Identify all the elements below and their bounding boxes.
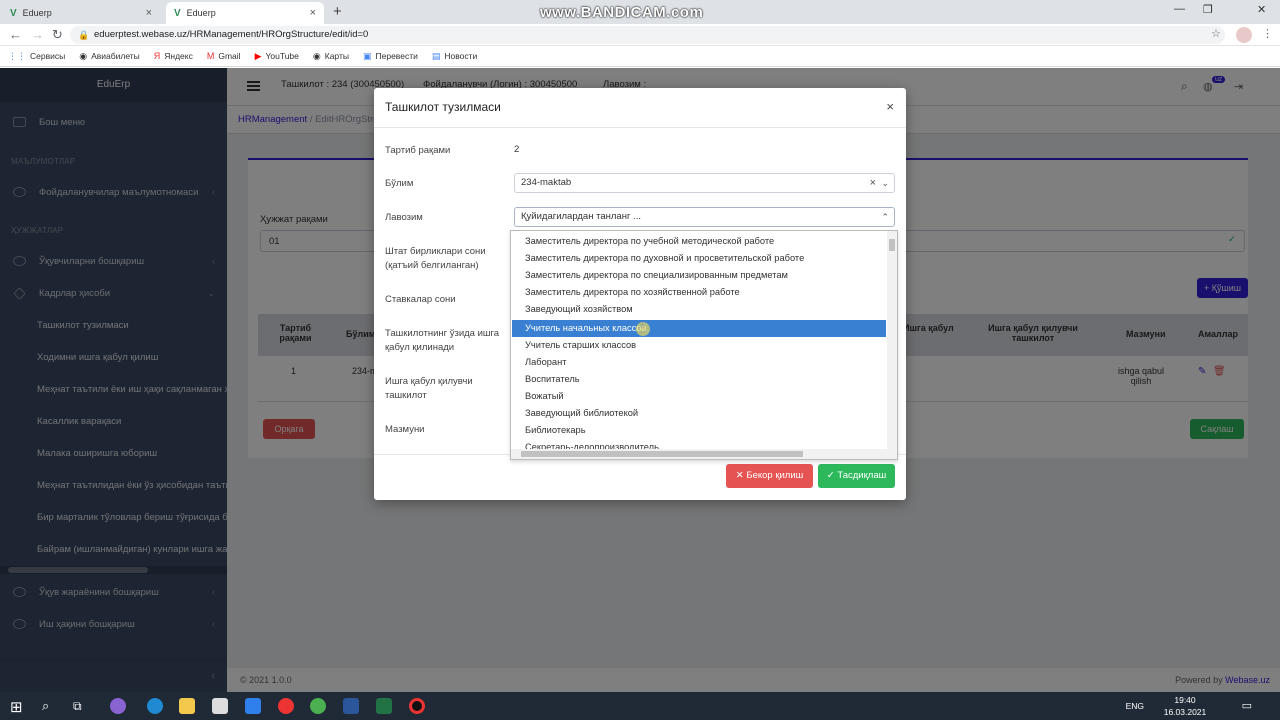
bookmark-maps[interactable]: ◉ Карты (313, 51, 349, 62)
dropdown-option[interactable]: Заведующий хозяйством (512, 301, 886, 318)
bookmark-yandex[interactable]: Я Яндекс (154, 51, 193, 61)
position-select[interactable]: Қуйидагилардан танланг ... ⌃ (514, 207, 895, 227)
tab-title: Eduerp (22, 8, 52, 18)
bookmark-translate[interactable]: ▣ Перевести (363, 51, 418, 62)
translate-icon: ▣ (362, 50, 372, 61)
x-icon: ✕ (735, 470, 747, 481)
gmail-icon: M (206, 51, 215, 61)
bookmarks-bar: ⋮⋮ Сервисы ◉ Авиабилеты Я Яндекс M Gmail ▶ Yo… (0, 46, 1280, 67)
back-icon[interactable]: ← (9, 27, 22, 42)
browser-tab[interactable]: V Eduerp × (2, 2, 160, 24)
dept-select[interactable]: 234-maktab × ⌄ (514, 173, 895, 193)
dropdown-option[interactable]: Заместитель директора по духовной и прос… (512, 250, 886, 267)
order-label: Тартиб рақами (385, 145, 451, 156)
bandicam-icon[interactable] (409, 698, 425, 714)
clock-date[interactable]: 16.03.2021 (1160, 707, 1210, 717)
file-explorer-icon[interactable] (179, 698, 195, 714)
scrollbar-thumb[interactable] (521, 451, 803, 457)
dept-label: Бўлим (385, 178, 414, 189)
scrollbar-thumb[interactable] (889, 239, 895, 251)
globe-icon: ◉ (79, 50, 88, 61)
dropdown-option-highlighted[interactable]: Учитель начальных классов (512, 320, 886, 337)
internal-hire-label: Ташкилотнинг ўзида ишга қабул қилинади (385, 328, 500, 353)
bookmark-flights[interactable]: ◉ Авиабилеты (79, 51, 140, 62)
minimize-icon[interactable]: — (1174, 3, 1185, 15)
dropdown-vertical-scrollbar[interactable] (887, 231, 897, 451)
language-indicator[interactable]: ENG (1126, 701, 1144, 711)
browser-tab-active[interactable]: V Eduerp × (166, 2, 324, 24)
window-close-icon[interactable]: ✕ (1257, 3, 1266, 16)
url-text: eduerptest.webase.uz/HRManagement/HROrgS… (94, 29, 369, 40)
dropdown-horizontal-scrollbar[interactable] (511, 449, 897, 459)
task-view-icon[interactable]: ⧉ (73, 699, 82, 714)
clock-time[interactable]: 19:40 (1160, 695, 1210, 705)
yandex-icon: Я (153, 51, 161, 61)
vue-logo-icon: V (10, 7, 17, 19)
clear-icon[interactable]: × (870, 174, 876, 192)
tab-title: Eduerp (186, 8, 216, 18)
close-tab-icon[interactable]: × (310, 7, 316, 19)
yandex-browser-icon[interactable] (278, 698, 294, 714)
check-icon: ✓ (826, 470, 838, 481)
dropdown-option[interactable]: Заведующий библиотекой (512, 405, 886, 422)
hand-cursor-icon: ☝ (638, 320, 646, 335)
apps-grid-icon: ⋮⋮ (8, 50, 26, 61)
modal-title: Ташкилот тузилмаси (385, 100, 501, 114)
excel-icon[interactable] (376, 698, 392, 714)
app-icon[interactable] (110, 698, 126, 714)
address-bar: ← → ↻ 🔒 eduerptest.webase.uz/HRManagemen… (0, 24, 1280, 46)
position-label: Лавозим (385, 212, 423, 223)
staff-units-label: Штат бирликлари сони (қатъий белгиланган… (385, 246, 486, 271)
vue-logo-icon: V (174, 7, 181, 19)
youtube-icon: ▶ (254, 50, 262, 61)
chevron-up-icon[interactable]: ⌃ (881, 208, 889, 226)
modal-header: Ташкилот тузилмаси × (374, 88, 906, 128)
bookmark-news[interactable]: ▤ Новости (432, 51, 477, 62)
dropdown-option[interactable]: Заместитель директора по специализирован… (512, 267, 886, 284)
dropdown-option[interactable]: Вожатый (512, 388, 886, 405)
menu-dots-icon[interactable]: ⋮ (1262, 27, 1273, 40)
news-icon: ▤ (431, 50, 441, 61)
lock-icon: 🔒 (78, 30, 90, 40)
dropdown-option[interactable]: Лаборант (512, 354, 886, 371)
windows-start-icon[interactable]: ⊞ (10, 698, 23, 716)
bookmark-services[interactable]: ⋮⋮ Сервисы (8, 51, 65, 62)
bookmark-youtube[interactable]: ▶ YouTube (255, 51, 299, 62)
notification-icon[interactable]: ▭ (1242, 699, 1252, 712)
forward-icon[interactable]: → (31, 27, 44, 42)
search-icon[interactable]: ⌕ (42, 698, 49, 714)
hiring-org-label: Ишга қабул қилувчи ташкилот (385, 376, 473, 401)
store-icon[interactable] (212, 698, 228, 714)
word-icon[interactable] (343, 698, 359, 714)
content-label: Мазмуни (385, 424, 425, 435)
edge-icon[interactable] (147, 698, 163, 714)
restore-icon[interactable]: ❐ (1203, 3, 1213, 16)
position-dropdown-list[interactable]: Заместитель директора по учебной методич… (510, 230, 898, 460)
dropdown-option[interactable]: Заместитель директора по хозяйственной р… (512, 284, 886, 301)
cancel-button[interactable]: ✕ Бекор қилиш (726, 464, 813, 488)
close-tab-icon[interactable]: × (146, 7, 152, 19)
close-icon[interactable]: × (886, 99, 894, 114)
dropdown-option[interactable]: Заместитель директора по учебной методич… (512, 233, 886, 250)
reload-icon[interactable]: ↻ (52, 27, 63, 43)
dropdown-option[interactable]: Воспитатель (512, 371, 886, 388)
new-tab-icon[interactable]: + (333, 3, 342, 20)
profile-avatar[interactable] (1236, 27, 1252, 43)
windows-taskbar: ⊞ ⌕ ⧉ ENG 19:40 16.03.2021 ▭ (0, 692, 1280, 720)
rates-label: Ставкалар сони (385, 294, 456, 305)
bookmark-gmail[interactable]: M Gmail (207, 51, 241, 61)
order-value: 2 (514, 144, 520, 155)
browser-tab-bar: V Eduerp × V Eduerp × + www.BANDICAM.com… (0, 0, 1280, 24)
mail-icon[interactable] (245, 698, 261, 714)
url-field[interactable]: 🔒 eduerptest.webase.uz/HRManagement/HROr… (70, 26, 1225, 44)
chrome-icon[interactable] (310, 698, 326, 714)
star-icon[interactable]: ☆ (1211, 27, 1221, 40)
confirm-button[interactable]: ✓ Тасдиқлаш (818, 464, 895, 488)
watermark: www.BANDICAM.com (540, 4, 704, 21)
dropdown-option[interactable]: Библиотекарь (512, 422, 886, 439)
globe-icon: ◉ (312, 50, 321, 61)
dropdown-option[interactable]: Учитель старших классов (512, 337, 886, 354)
chevron-down-icon[interactable]: ⌄ (881, 174, 889, 192)
